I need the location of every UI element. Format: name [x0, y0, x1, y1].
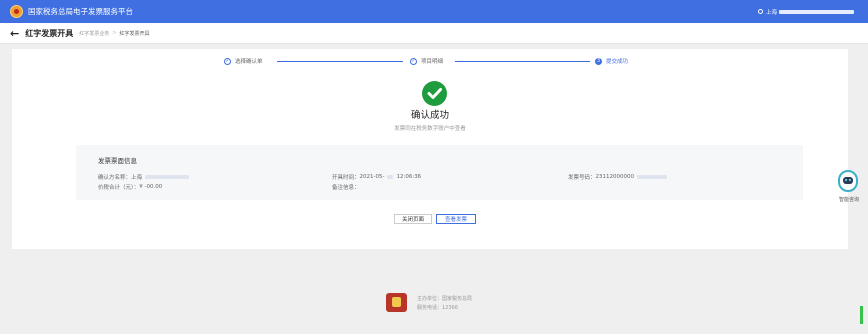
breadcrumb: ← 红字发票开具 红字发票业务 > 红字发票开具: [0, 23, 868, 44]
tax-emblem-icon: [10, 5, 23, 18]
user-icon: [757, 9, 763, 14]
user-name-redacted: [779, 9, 854, 14]
total-amount-label: 价税合计（元）：: [98, 185, 140, 191]
robot-face: [843, 177, 853, 184]
breadcrumb-separator: >: [112, 30, 117, 36]
step-connector: [277, 61, 403, 62]
checkmark-icon: [422, 81, 447, 106]
invoice-number-label: 发票号码：: [568, 175, 596, 181]
total-amount-field: 价税合计（元）： ¥ -00.00: [98, 183, 162, 191]
invoice-number-field: 发票号码： 23112000000: [568, 173, 668, 181]
step-done-check-icon: ✓: [224, 57, 231, 65]
robot-icon: [838, 170, 858, 192]
buyer-name-field: 确认方名称： 上海: [98, 173, 190, 181]
result-subtitle: 发票同在税务数字账户中查看: [394, 126, 466, 132]
user-menu[interactable]: 上海: [757, 0, 854, 23]
step-label: 项目明细: [421, 59, 444, 65]
buyer-name-label: 确认方名称：: [98, 175, 132, 181]
view-invoice-button[interactable]: 查看发票: [436, 214, 476, 224]
smart-assistant-widget[interactable]: 智能咨询: [832, 168, 866, 206]
invoice-number-redacted: [637, 175, 668, 179]
back-arrow-icon[interactable]: ←: [10, 27, 19, 40]
step-submit-success: 3 提交成功: [595, 57, 628, 65]
step-item-details: ✓ 项目明细: [410, 57, 443, 65]
issue-time-clock: 12:06:36: [396, 174, 422, 180]
buyer-name-redacted: [145, 175, 190, 179]
footer-emblem-icon: [386, 293, 407, 312]
invoice-number-value: 23112000000: [595, 174, 635, 180]
remark-label: 备注信息：: [332, 185, 360, 191]
invoice-info-heading: 发票票面信息: [98, 157, 137, 165]
step-select-confirmation: ✓ 选择确认单: [224, 57, 263, 65]
robot-eye: [849, 179, 851, 181]
invoice-info-panel: 发票票面信息 确认方名称： 上海 开具时间： 2021-05- 12:06:36…: [76, 145, 803, 200]
breadcrumb-item-current: 红字发票开具: [119, 30, 150, 37]
total-amount-value: ¥ -00.00: [139, 184, 163, 190]
buyer-name-value: 上海: [131, 175, 143, 181]
step-connector: [455, 61, 590, 62]
robot-eye: [845, 179, 847, 181]
close-page-button[interactable]: 关闭页面: [394, 214, 432, 224]
remark-field: 备注信息：: [332, 183, 360, 191]
step-label: 选择确认单: [235, 59, 263, 65]
page-title: 红字发票开具: [25, 28, 74, 38]
breadcrumb-item-red-invoice-business[interactable]: 红字发票业务: [79, 30, 109, 37]
app-title: 国家税务总局电子发票服务平台: [28, 7, 133, 16]
step-number: 3: [595, 57, 602, 65]
step-done-check-icon: ✓: [410, 57, 417, 65]
user-name-prefix: 上海: [765, 9, 777, 16]
issue-time-field: 开具时间： 2021-05- 12:06:36: [332, 173, 421, 181]
footer-org: 主办单位：国家税务总局: [417, 296, 473, 302]
step-label: 提交成功: [606, 59, 629, 65]
issue-time-redacted: [387, 175, 394, 179]
footer-phone: 服务电话：12366: [417, 305, 458, 311]
assistant-label: 智能咨询: [838, 197, 859, 203]
scroll-indicator[interactable]: [860, 306, 863, 324]
result-title: 确认成功: [410, 110, 449, 121]
issue-time-value: 2021-05-: [359, 174, 385, 180]
issue-time-label: 开具时间：: [332, 175, 360, 181]
result-card: ✓ 选择确认单 ✓ 项目明细 3 提交成功 确认成功 发票同在税务数字账户中查看…: [12, 49, 848, 249]
top-bar: 国家税务总局电子发票服务平台 上海: [0, 0, 868, 23]
progress-steps: ✓ 选择确认单 ✓ 项目明细 3 提交成功: [12, 57, 848, 67]
